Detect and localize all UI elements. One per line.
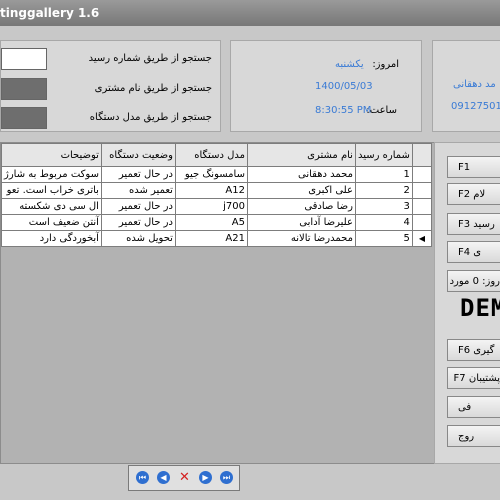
row-selector[interactable] bbox=[411, 198, 432, 215]
model-search-input[interactable] bbox=[1, 107, 47, 129]
customer-search-label: جستجو از طریق نام مشتری bbox=[94, 83, 212, 94]
first-record-icon[interactable]: ⏮ bbox=[136, 471, 149, 484]
cell-notes[interactable]: سوکت مربوط به شارژ bbox=[1, 166, 102, 183]
table-row[interactable]: باتری خراب است. تعو تعمیر شده A12 علی اک… bbox=[1, 182, 432, 199]
table-row[interactable]: آبخوردگی دارد تحویل شده A21 محمدرضا تالا… bbox=[1, 230, 432, 247]
datetime-panel: امروز: یکشنبه 1400/05/03 ساعت: 8:30:55 P… bbox=[230, 40, 422, 132]
main-area: جستجو از طریق شماره رسید جستجو از طریق ن… bbox=[0, 26, 500, 500]
cell-status[interactable]: در حال تعمیر bbox=[100, 214, 176, 231]
f1-button[interactable]: F1 bbox=[447, 156, 500, 178]
exit-button[interactable]: روج bbox=[447, 425, 500, 447]
cell-receipt[interactable]: 1 bbox=[354, 166, 413, 183]
records-table: توضیحات وضعیت دستگاه مدل دستگاه نام مشتر… bbox=[1, 143, 432, 247]
cell-customer[interactable]: محمدرضا تالانه bbox=[246, 230, 356, 247]
table-row[interactable]: آنتن ضعیف است در حال تعمیر A5 علیرضا آدا… bbox=[1, 214, 432, 231]
table-row[interactable]: ال سی دی شکسته در حال تعمیر j700 رضا صاد… bbox=[1, 198, 432, 215]
cell-receipt[interactable]: 4 bbox=[354, 214, 413, 231]
cell-receipt[interactable]: 5 bbox=[354, 230, 413, 247]
today-count-button[interactable]: روز: 0 مورد bbox=[447, 270, 500, 292]
table-header-row: توضیحات وضعیت دستگاه مدل دستگاه نام مشتر… bbox=[1, 143, 432, 167]
col-notes[interactable]: توضیحات bbox=[1, 143, 102, 167]
cell-status[interactable]: تحویل شده bbox=[100, 230, 176, 247]
prev-record-icon[interactable]: ◀ bbox=[157, 471, 170, 484]
record-navigator: ⏮ ◀ ✕ ▶ ⏭ bbox=[128, 465, 240, 491]
cell-receipt[interactable]: 3 bbox=[354, 198, 413, 215]
f6-button[interactable]: گیری F6 bbox=[447, 339, 500, 361]
col-receipt[interactable]: شماره رسید bbox=[354, 143, 413, 167]
next-record-icon[interactable]: ▶ bbox=[199, 471, 212, 484]
f7-backup-button[interactable]: پشتیبان F7 bbox=[447, 367, 500, 389]
demo-watermark: DEM bbox=[460, 294, 500, 322]
cell-model[interactable]: سامسونگ جیو bbox=[174, 166, 248, 183]
cell-customer[interactable]: علیرضا آدابی bbox=[246, 214, 356, 231]
cell-model[interactable]: A21 bbox=[174, 230, 248, 247]
receipt-search-label: جستجو از طریق شماره رسید bbox=[88, 53, 212, 64]
last-record-icon[interactable]: ⏭ bbox=[220, 471, 233, 484]
row-selector[interactable] bbox=[411, 214, 432, 231]
row-selector[interactable] bbox=[411, 166, 432, 183]
model-search-label: جستجو از طریق مدل دستگاه bbox=[89, 112, 212, 123]
cell-customer[interactable]: محمد دهقانی bbox=[246, 166, 356, 183]
date-value: 1400/05/03 bbox=[315, 81, 373, 92]
user-name: مد دهقانی bbox=[453, 79, 496, 90]
col-model[interactable]: مدل دستگاه bbox=[174, 143, 248, 167]
table-row[interactable]: سوکت مربوط به شارژ در حال تعمیر سامسونگ … bbox=[1, 166, 432, 183]
cell-model[interactable]: j700 bbox=[174, 198, 248, 215]
time-value: 8:30:55 PM bbox=[315, 105, 372, 116]
delete-record-icon[interactable]: ✕ bbox=[178, 471, 191, 484]
cell-customer[interactable]: رضا صادقی bbox=[246, 198, 356, 215]
search-panel: جستجو از طریق شماره رسید جستجو از طریق ن… bbox=[0, 40, 221, 132]
title-bar: tinggallery 1.6 bbox=[0, 0, 500, 26]
cell-receipt[interactable]: 2 bbox=[354, 182, 413, 199]
cell-notes[interactable]: باتری خراب است. تعو bbox=[1, 182, 102, 199]
cell-status[interactable]: در حال تعمیر bbox=[100, 198, 176, 215]
today-label: امروز: bbox=[372, 59, 399, 70]
row-selector-header bbox=[411, 143, 432, 167]
cell-notes[interactable]: آنتن ضعیف است bbox=[1, 214, 102, 231]
cell-notes[interactable]: ال سی دی شکسته bbox=[1, 198, 102, 215]
f2-button[interactable]: لام F2 bbox=[447, 183, 500, 205]
col-status[interactable]: وضعیت دستگاه bbox=[100, 143, 176, 167]
today-value: یکشنبه bbox=[335, 59, 364, 70]
user-phone: 0912750122 bbox=[451, 101, 500, 112]
f3-button[interactable]: رسید F3 bbox=[447, 213, 500, 235]
records-grid: توضیحات وضعیت دستگاه مدل دستگاه نام مشتر… bbox=[0, 142, 436, 464]
user-panel: مد دهقانی 0912750122 bbox=[432, 40, 500, 132]
window-title: tinggallery 1.6 bbox=[0, 6, 100, 20]
cell-notes[interactable]: آبخوردگی دارد bbox=[1, 230, 102, 247]
col-customer[interactable]: نام مشتری bbox=[246, 143, 356, 167]
receipt-search-input[interactable] bbox=[1, 48, 47, 70]
cell-customer[interactable]: علی اکبری bbox=[246, 182, 356, 199]
current-row-indicator[interactable]: ◀ bbox=[411, 230, 432, 247]
cell-status[interactable]: در حال تعمیر bbox=[100, 166, 176, 183]
side-button-8[interactable]: فی bbox=[447, 396, 500, 418]
f4-button[interactable]: ی F4 bbox=[447, 241, 500, 263]
customer-search-input[interactable] bbox=[1, 78, 47, 100]
cell-status[interactable]: تعمیر شده bbox=[100, 182, 176, 199]
cell-model[interactable]: A5 bbox=[174, 214, 248, 231]
cell-model[interactable]: A12 bbox=[174, 182, 248, 199]
row-selector[interactable] bbox=[411, 182, 432, 199]
